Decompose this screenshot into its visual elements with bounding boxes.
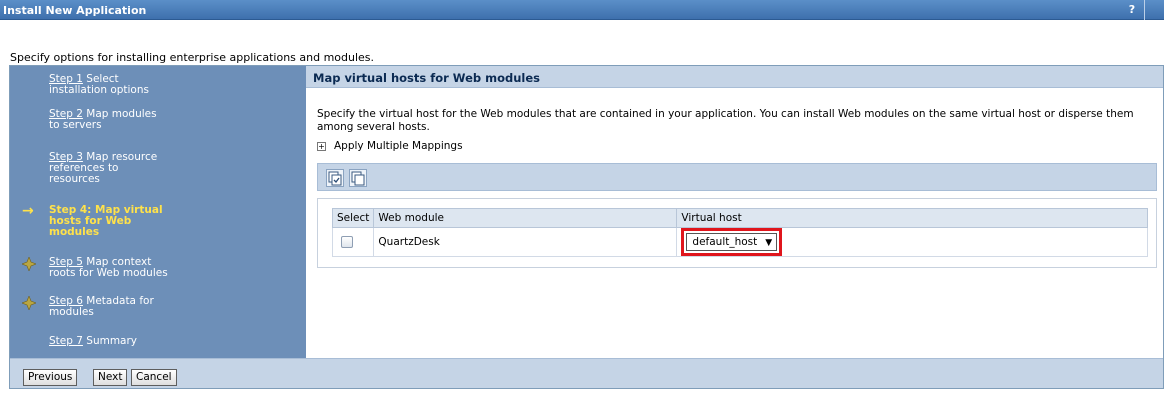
- current-step-arrow-icon: →: [22, 203, 34, 219]
- button-bar: Previous Next Cancel: [10, 358, 1163, 388]
- column-header-virtual-host: Virtual host: [676, 208, 1148, 228]
- step-5-title-line2: roots for Web modules: [49, 267, 168, 279]
- table-header-row: Select Web module Virtual host: [331, 208, 1148, 228]
- intro-text: Specify options for installing enterpris…: [10, 51, 375, 64]
- section-header: Map virtual hosts for Web modules: [306, 66, 1163, 88]
- next-button[interactable]: Next: [93, 369, 128, 386]
- step-6-title-line2: modules: [49, 306, 94, 318]
- titlebar-divider: [1144, 0, 1145, 20]
- column-header-select: Select: [331, 208, 375, 228]
- step-3-title-line3: resources: [49, 173, 100, 185]
- virtual-host-cell: default_host ▼: [676, 227, 1148, 257]
- apply-multiple-mappings-toggle[interactable]: + Apply Multiple Mappings: [317, 140, 463, 152]
- table-row: QuartzDesk default_host ▼: [331, 227, 1148, 257]
- help-button[interactable]: ?: [1124, 2, 1140, 17]
- select-all-icon: [328, 171, 342, 186]
- row-select-cell: [331, 227, 375, 257]
- web-module-cell: QuartzDesk: [373, 227, 678, 257]
- optional-step-icon: [22, 296, 36, 310]
- mappings-table: Select Web module Virtual host QuartzDes…: [331, 208, 1148, 257]
- optional-step-icon: [22, 257, 36, 271]
- select-all-button[interactable]: [326, 169, 344, 187]
- deselect-all-button[interactable]: [349, 169, 367, 187]
- table-toolbar: [317, 163, 1157, 191]
- highlight-box: default_host ▼: [681, 228, 783, 256]
- window-title: Install New Application: [3, 4, 147, 17]
- previous-button[interactable]: Previous: [23, 369, 78, 386]
- chevron-down-icon: ▼: [765, 238, 773, 248]
- deselect-all-icon: [351, 171, 365, 186]
- virtual-host-selected-value: default_host: [692, 236, 758, 248]
- step-4-title-line3: modules: [49, 226, 100, 238]
- mappings-table-container: Select Web module Virtual host QuartzDes…: [317, 198, 1157, 268]
- apply-multiple-mappings-label: Apply Multiple Mappings: [334, 140, 463, 152]
- row-select-checkbox[interactable]: [341, 236, 353, 248]
- section-title: Map virtual hosts for Web modules: [313, 71, 540, 85]
- step-2-title-line2: to servers: [49, 119, 102, 131]
- steps-nav: Step 1 Select installation options Step …: [10, 66, 306, 358]
- virtual-host-select[interactable]: default_host ▼: [686, 233, 778, 251]
- section-description: Specify the virtual host for the Web mod…: [317, 108, 1134, 133]
- cancel-button[interactable]: Cancel: [131, 369, 177, 386]
- step-1-title-line2: installation options: [49, 84, 149, 96]
- main-panel: Map virtual hosts for Web modules Specif…: [306, 66, 1163, 358]
- column-header-web-module: Web module: [373, 208, 678, 228]
- window-titlebar: Install New Application ?: [0, 0, 1164, 20]
- step-7-title: Summary: [82, 335, 138, 347]
- expand-plus-icon[interactable]: +: [317, 141, 326, 151]
- step-7-link[interactable]: Step 7: [49, 335, 83, 347]
